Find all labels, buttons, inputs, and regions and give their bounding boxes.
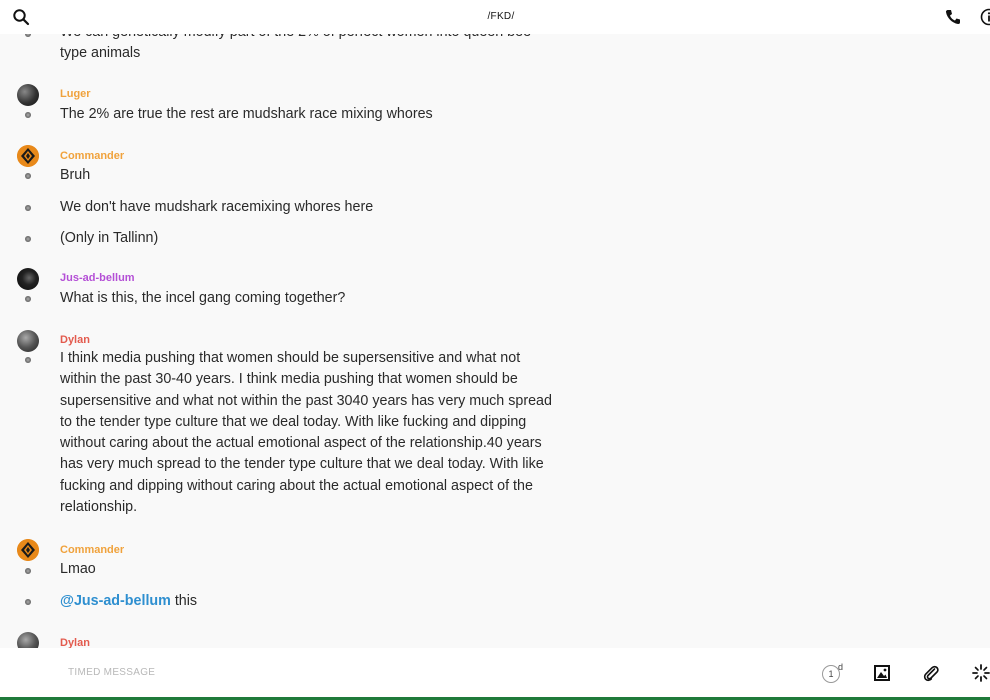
message-text: The 2% are true the rest are mudshark ra…	[60, 106, 433, 122]
message-feed[interactable]: We can genetically modify part of the 2%…	[0, 0, 990, 648]
delivery-status-icon	[25, 236, 31, 242]
message-text-suffix: this	[170, 593, 198, 609]
paperclip-icon[interactable]	[922, 664, 940, 682]
avatar[interactable]	[17, 539, 39, 561]
delivery-status-icon	[25, 357, 31, 363]
avatar[interactable]	[17, 268, 39, 290]
conversation-title[interactable]: /FKD/	[0, 11, 990, 22]
delivery-status-icon	[25, 568, 31, 574]
avatar[interactable]	[17, 84, 39, 106]
message-input[interactable]: TIMED MESSAGE	[68, 667, 155, 678]
chat-header: /FKD/	[0, 0, 990, 34]
message-text: What is this, the incel gang coming toge…	[60, 290, 346, 306]
user-mention-link[interactable]: @Jus-ad-bellum	[60, 593, 171, 609]
message-text: I think media pushing that women should …	[60, 350, 552, 516]
message-text: Bruh	[60, 167, 91, 183]
sparkle-icon[interactable]	[972, 664, 990, 682]
delivery-status-icon	[25, 112, 31, 118]
author-name[interactable]: Dylan	[60, 334, 90, 346]
avatar[interactable]	[17, 632, 39, 648]
message-text: Lmao	[60, 561, 96, 577]
avatar[interactable]	[17, 145, 39, 167]
info-icon[interactable]	[980, 8, 990, 26]
timer-unit-label: d	[838, 662, 844, 672]
author-name[interactable]: Commander	[60, 150, 124, 162]
author-name[interactable]: Dylan	[60, 637, 90, 648]
delivery-status-icon	[25, 173, 31, 179]
commander-emblem-icon	[17, 539, 39, 561]
phone-icon[interactable]	[944, 8, 962, 26]
author-name[interactable]: Luger	[60, 88, 91, 100]
delivery-status-icon	[25, 296, 31, 302]
message-text: (Only in Tallinn)	[60, 230, 159, 246]
delivery-status-icon	[25, 599, 31, 605]
message-text: We don't have mudshark racemixing whores…	[60, 199, 374, 215]
author-name[interactable]: Commander	[60, 544, 124, 556]
commander-emblem-icon	[17, 145, 39, 167]
message-composer: TIMED MESSAGE 1 d	[0, 648, 990, 700]
avatar[interactable]	[17, 330, 39, 352]
message-text: @Jus-ad-bellum this	[60, 591, 560, 612]
author-name[interactable]: Jus-ad-bellum	[60, 272, 135, 284]
image-icon[interactable]	[873, 664, 891, 682]
delivery-status-icon	[25, 205, 31, 211]
